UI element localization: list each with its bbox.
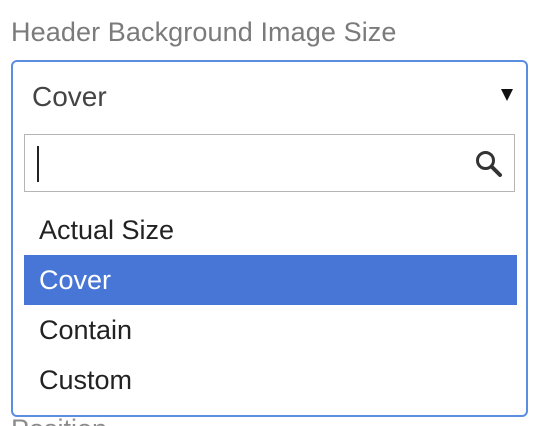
dropdown-search[interactable] [24, 134, 515, 192]
search-icon[interactable] [474, 149, 504, 179]
option-contain[interactable]: Contain [24, 305, 517, 355]
caret-down-icon[interactable] [501, 89, 513, 101]
field-label: Header Background Image Size [11, 17, 397, 47]
select-field-container: Header Background Image Size Position Co… [0, 0, 542, 426]
selected-value: Cover [32, 81, 107, 112]
option-custom[interactable]: Custom [24, 355, 517, 405]
search-input[interactable] [25, 135, 465, 191]
option-cover[interactable]: Cover [24, 255, 517, 305]
image-size-select[interactable]: Cover Actual Size Cover Contain Custom [11, 60, 528, 417]
options-list: Actual Size Cover Contain Custom [24, 205, 517, 405]
option-actual-size[interactable]: Actual Size [24, 205, 517, 255]
text-cursor [37, 146, 39, 182]
